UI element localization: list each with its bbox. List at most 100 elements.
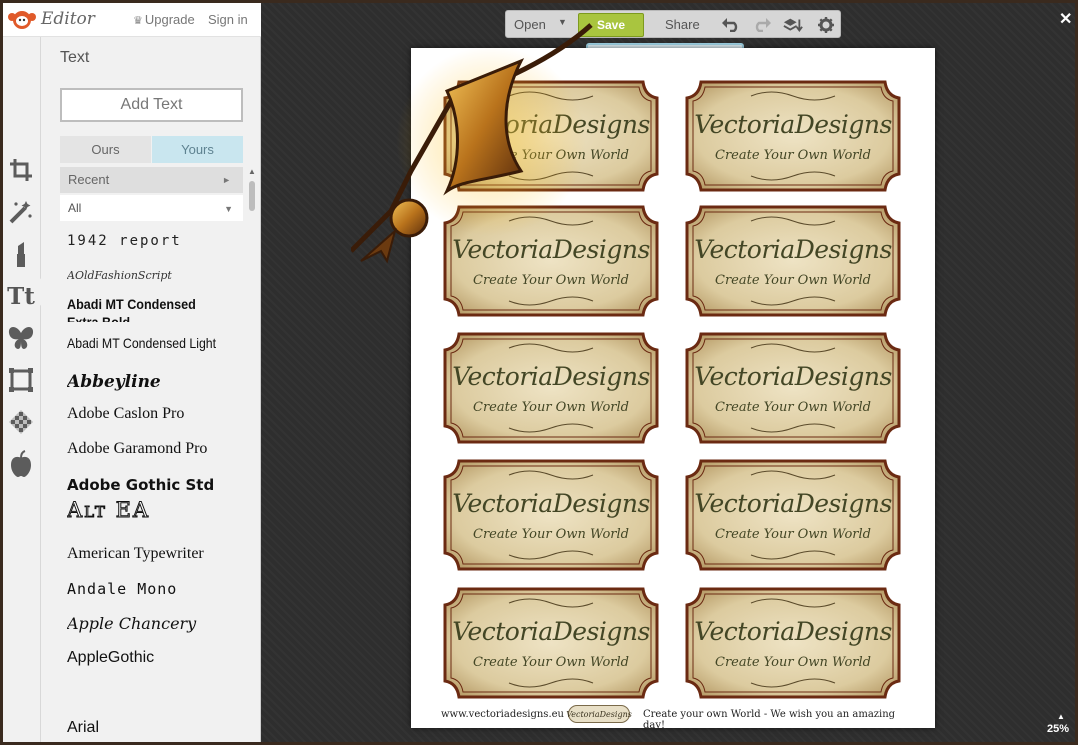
label-sticker: VectoriaDesigns Create Your Own World <box>681 328 905 448</box>
label-subtitle: Create Your Own World <box>715 273 871 288</box>
app-brand: Editor <box>41 9 95 29</box>
font-item[interactable]: American Typewriter <box>67 545 204 563</box>
panel-pointer <box>40 278 50 306</box>
add-text-button[interactable]: Add Text <box>60 88 243 122</box>
layers-icon[interactable] <box>783 15 803 35</box>
label-sticker: VectoriaDesigns Create Your Own World <box>681 583 905 703</box>
caret-right-icon: ► <box>222 175 231 185</box>
upgrade-link[interactable]: ♛ Upgrade <box>133 12 195 27</box>
label-sticker: VectoriaDesigns Create Your Own World <box>681 201 905 321</box>
zoom-up-icon[interactable]: ▲ <box>1057 712 1065 721</box>
label-subtitle: Create Your Own World <box>715 400 871 415</box>
font-item[interactable]: 1942 report <box>67 233 182 249</box>
label-sticker: VectoriaDesigns Create Your Own World <box>681 76 905 196</box>
label-subtitle: Create Your Own World <box>715 655 871 670</box>
frames-tool[interactable] <box>6 365 36 395</box>
open-caret-icon[interactable]: ▼ <box>558 17 567 27</box>
text-icon: Tt <box>7 282 35 310</box>
crop-tool[interactable] <box>6 155 36 185</box>
label-subtitle: Create Your Own World <box>473 400 629 415</box>
label-subtitle: Create Your Own World <box>473 655 629 670</box>
workspace: ✕ Open ▼ Save Share Save it like it is; … <box>261 3 1075 742</box>
lipstick-icon <box>17 242 25 267</box>
label-title: VectoriaDesigns <box>452 489 650 518</box>
font-item[interactable]: Alt EA <box>67 498 150 523</box>
top-toolbar: Open ▼ Save Share <box>505 10 841 38</box>
footer-url: www.vectoriadesigns.eu <box>441 709 564 720</box>
open-button[interactable]: Open <box>514 17 546 32</box>
effects-tool[interactable] <box>6 197 36 227</box>
panel-title: Text <box>60 49 90 66</box>
label-sticker: VectoriaDesigns Create Your Own World <box>439 583 663 703</box>
redo-icon[interactable] <box>752 15 772 35</box>
magic-wand-icon <box>9 201 32 224</box>
footer-tagline: Create your own World - We wish you an a… <box>643 709 896 731</box>
frame-icon <box>9 368 33 392</box>
crop-icon <box>10 159 32 181</box>
label-title: VectoriaDesigns <box>694 489 892 518</box>
undo-icon[interactable] <box>721 15 741 35</box>
label-title: VectoriaDesigns <box>694 110 892 139</box>
font-item[interactable]: Apple Chancery <box>67 614 196 633</box>
font-item[interactable]: AppleGothic <box>67 649 154 667</box>
tool-sidebar: Tt <box>3 37 41 742</box>
font-item[interactable]: Andale Mono <box>67 580 177 598</box>
document-footer: www.vectoriadesigns.eu VectoriaDesigns C… <box>441 705 911 731</box>
text-tool[interactable]: Tt <box>6 281 36 311</box>
label-subtitle: Create Your Own World <box>473 273 629 288</box>
font-item[interactable]: Adobe Garamond Pro <box>67 440 207 458</box>
label-title: VectoriaDesigns <box>452 617 650 646</box>
font-item[interactable]: Adobe Caslon Pro <box>67 405 184 423</box>
textures-tool[interactable] <box>6 407 36 437</box>
font-list-scrollbar[interactable]: ▲ <box>248 167 256 742</box>
label-subtitle: Create Your Own World <box>715 148 871 163</box>
label-title: VectoriaDesigns <box>694 617 892 646</box>
picmonkey-logo-icon[interactable] <box>7 8 37 30</box>
label-subtitle: Create Your Own World <box>473 148 629 163</box>
footer-logo: VectoriaDesigns <box>566 705 632 723</box>
label-subtitle: Create Your Own World <box>473 527 629 542</box>
label-title: VectoriaDesigns <box>452 110 650 139</box>
save-button[interactable]: Save <box>578 13 644 37</box>
font-item[interactable]: Arial <box>67 719 99 737</box>
share-button[interactable]: Share <box>665 17 700 32</box>
close-icon[interactable]: ✕ <box>1059 9 1072 29</box>
font-filter-select[interactable]: All ▼ <box>60 195 243 221</box>
label-sticker: VectoriaDesigns Create Your Own World <box>439 201 663 321</box>
left-panel: Editor ♛ Upgrade Sign in Tt Text Add Tex… <box>3 3 261 742</box>
label-sticker: VectoriaDesigns Create Your Own World <box>439 455 663 575</box>
app-window: Editor ♛ Upgrade Sign in Tt Text Add Tex… <box>3 3 1075 742</box>
touchup-tool[interactable] <box>6 239 36 269</box>
label-sticker: VectoriaDesigns Create Your Own World <box>439 328 663 448</box>
overlay-tool[interactable] <box>6 323 36 353</box>
label-title: VectoriaDesigns <box>694 362 892 391</box>
font-list: 1942 report AOldFashionScript Abadi MT C… <box>67 225 245 742</box>
scroll-up-icon[interactable]: ▲ <box>248 167 256 176</box>
tab-yours[interactable]: Yours <box>152 136 243 163</box>
font-item[interactable]: Abadi MT Condensed Light <box>67 335 216 351</box>
label-subtitle: Create Your Own World <box>715 527 871 542</box>
butterfly-icon <box>8 327 34 349</box>
font-item[interactable]: AOldFashionScript <box>67 269 172 282</box>
font-item[interactable]: Abadi MT Condensed Extra Bold <box>67 295 227 322</box>
label-sticker: VectoriaDesigns Create Your Own World <box>439 76 663 196</box>
texture-icon <box>9 410 33 434</box>
document-canvas[interactable]: www.vectoriadesigns.eu VectoriaDesigns C… <box>411 48 935 731</box>
settings-gear-icon[interactable] <box>816 15 836 35</box>
label-title: VectoriaDesigns <box>452 362 650 391</box>
tab-ours[interactable]: Ours <box>60 136 151 163</box>
apple-icon <box>11 450 31 477</box>
scroll-thumb[interactable] <box>249 181 255 211</box>
label-title: VectoriaDesigns <box>452 235 650 264</box>
signin-link[interactable]: Sign in <box>208 12 248 27</box>
label-title: VectoriaDesigns <box>694 235 892 264</box>
font-item[interactable]: Abbeyline <box>67 372 161 392</box>
font-filter-value: All <box>68 201 82 215</box>
label-sticker: VectoriaDesigns Create Your Own World <box>681 455 905 575</box>
zoom-level[interactable]: 25% <box>1047 723 1069 735</box>
font-item[interactable]: Adobe Gothic Std <box>67 476 214 494</box>
recent-dropdown[interactable]: Recent ► <box>60 167 243 193</box>
themes-tool[interactable] <box>6 449 36 479</box>
top-bar: Editor ♛ Upgrade Sign in <box>3 3 261 37</box>
caret-down-icon: ▼ <box>224 204 233 214</box>
